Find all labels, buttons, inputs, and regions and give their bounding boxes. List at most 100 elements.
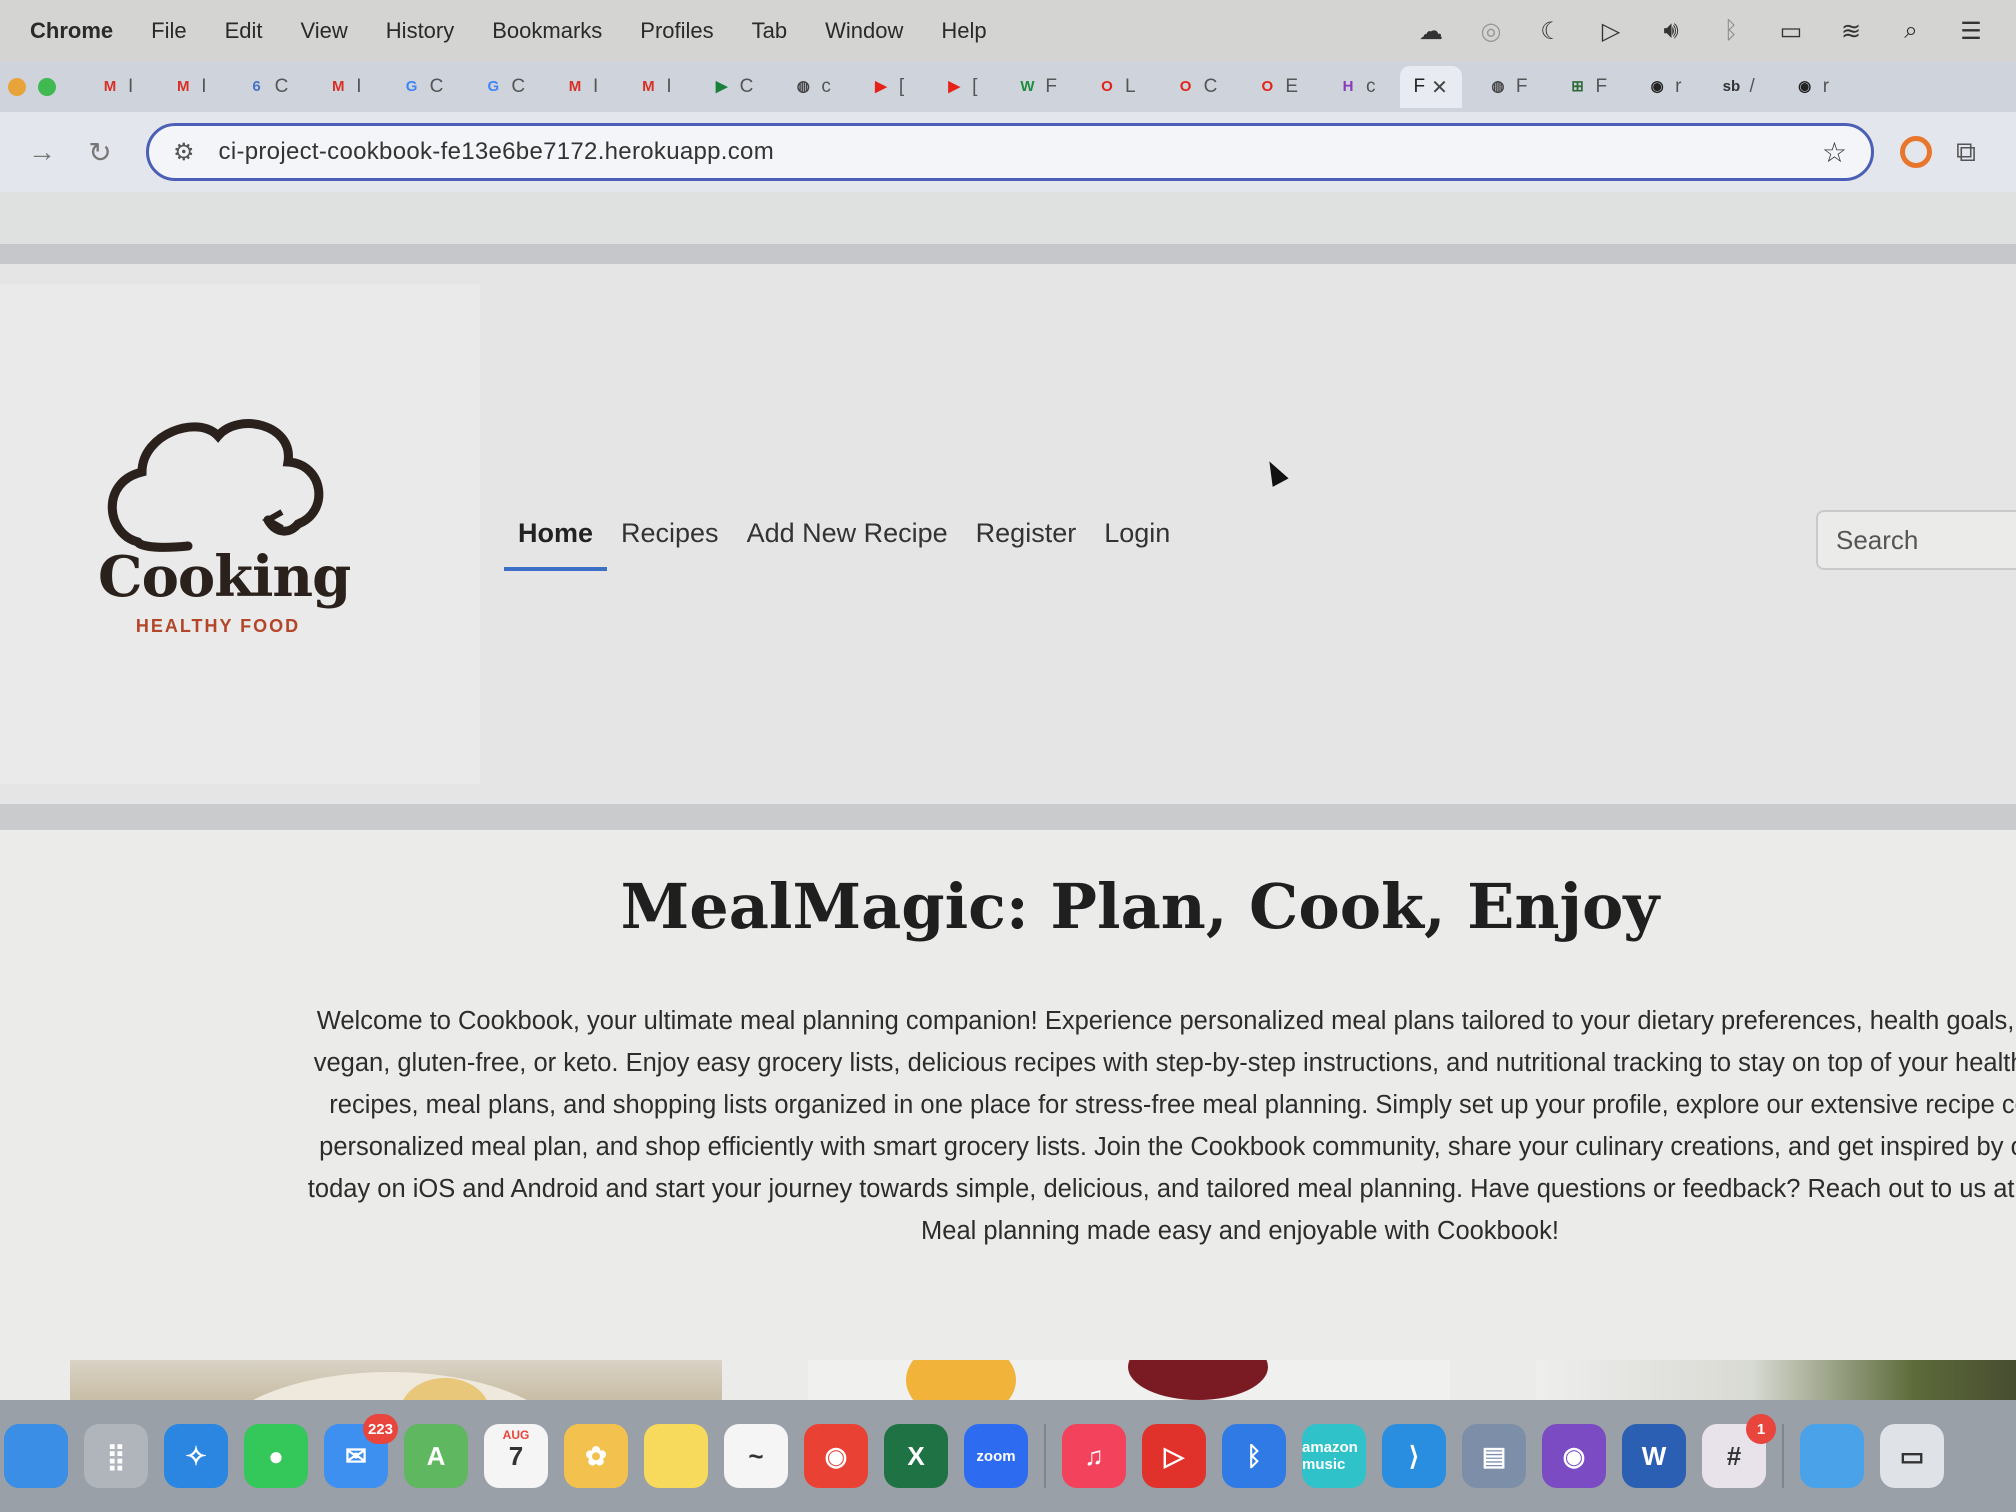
tab[interactable]: ▶ C [696, 66, 768, 108]
safari-icon[interactable]: ✧ [164, 1424, 228, 1488]
url-text[interactable]: ci-project-cookbook-fe13e6be7172.herokua… [219, 138, 1822, 166]
nav-add-new-recipe[interactable]: Add New Recipe [733, 512, 962, 571]
nav-recipes[interactable]: Recipes [607, 512, 733, 571]
dock-glyph: ✿ [585, 1440, 607, 1471]
messages-icon[interactable]: ● [244, 1424, 308, 1488]
play-icon[interactable]: ▷ [1596, 17, 1626, 46]
tab[interactable]: ◉ r [1631, 66, 1695, 108]
control-center-icon[interactable]: ☰ [1956, 17, 1986, 46]
preview-icon[interactable]: ▤ [1462, 1424, 1526, 1488]
recipe-card-image[interactable] [70, 1360, 722, 1400]
nav-login[interactable]: Login [1090, 512, 1184, 571]
tab[interactable]: MI [312, 66, 375, 108]
address-bar[interactable]: ⚙ ci-project-cookbook-fe13e6be7172.herok… [146, 123, 1874, 181]
menu-profiles[interactable]: Profiles [640, 18, 713, 44]
site-logo[interactable]: Cooking HEALTHY FOOD [98, 394, 351, 636]
menu-bookmarks[interactable]: Bookmarks [492, 18, 602, 44]
recipe-card-image[interactable] [808, 1360, 1450, 1400]
bluetooth-icon[interactable]: ᛒ [1716, 17, 1746, 45]
tab-active[interactable]: F ✕ [1399, 66, 1462, 108]
tab[interactable]: OC [1160, 66, 1232, 108]
mail-icon[interactable]: ✉ 223 [324, 1414, 398, 1488]
tab[interactable]: 6C [231, 66, 303, 108]
tab[interactable]: GC [386, 66, 458, 108]
menu-app-name[interactable]: Chrome [30, 18, 113, 44]
music-icon[interactable]: ♫ [1062, 1424, 1126, 1488]
dock-glyph: ~ [748, 1440, 764, 1471]
forward-button[interactable]: → [20, 130, 64, 174]
minimize-button[interactable] [8, 78, 26, 96]
tab-strip: M I M I 6 C M I G C G C M I M I ▶ C ◍ c ▶[▶[W F O L O C O E Hc F ✕ ◍ F ⊞ F… [0, 62, 2016, 112]
menu-tab[interactable]: Tab [752, 18, 787, 44]
tab[interactable]: MI [157, 66, 220, 108]
dock-glyph: # [1726, 1440, 1742, 1471]
folder-icon[interactable] [1800, 1424, 1864, 1488]
volume-icon[interactable]: 🔊︎ [1656, 17, 1686, 45]
finder-icon[interactable] [4, 1424, 68, 1488]
tab[interactable]: MI [622, 66, 685, 108]
tab[interactable]: OL [1081, 66, 1150, 108]
notes-icon[interactable] [644, 1424, 708, 1488]
menu-history[interactable]: History [386, 18, 454, 44]
cloud-icon[interactable]: ☁ [1416, 17, 1446, 46]
maps-icon[interactable]: A [404, 1424, 468, 1488]
battery-icon[interactable]: ▭ [1776, 17, 1806, 46]
search-input[interactable]: Search [1816, 510, 2016, 570]
extension-g-icon[interactable] [1900, 136, 1932, 168]
bookmark-star-icon[interactable]: ☆ [1822, 136, 1847, 169]
tab[interactable]: ◍ F [1472, 66, 1542, 108]
menu-help[interactable]: Help [941, 18, 986, 44]
excel-icon[interactable]: X [884, 1424, 948, 1488]
reload-button[interactable]: ↻ [78, 130, 122, 174]
tab[interactable]: ◉ r [1779, 66, 1843, 108]
tab[interactable]: ⊞ F [1552, 66, 1622, 108]
dock-glyph: zoom [976, 1447, 1016, 1465]
tab[interactable]: MI [84, 66, 147, 108]
github-icon: ◉ [1650, 78, 1664, 95]
tab[interactable]: sb / [1705, 66, 1768, 108]
chrome-icon[interactable]: ◉ [804, 1424, 868, 1488]
extensions-puzzle-icon[interactable]: ⧉ [1956, 136, 1976, 169]
nav-register[interactable]: Register [962, 512, 1091, 571]
tab[interactable]: OE [1241, 66, 1312, 108]
recipe-card-image[interactable] [1536, 1360, 2016, 1400]
vscode-icon[interactable]: ⟩ [1382, 1424, 1446, 1488]
bluetooth-icon[interactable]: ᛒ [1222, 1424, 1286, 1488]
github-desktop-icon[interactable]: ◉ [1542, 1424, 1606, 1488]
tab[interactable]: ▶[ [855, 66, 918, 108]
amazon-music-icon[interactable]: amazon music [1302, 1424, 1366, 1488]
launchpad-icon[interactable]: ⣿ [84, 1424, 148, 1488]
wifi-icon[interactable]: ≋ [1836, 17, 1866, 46]
dock-glyph: ✉ [345, 1440, 367, 1471]
fingerprint-icon[interactable]: ◎ [1476, 17, 1506, 46]
word-icon[interactable]: W [1622, 1424, 1686, 1488]
screen-icon[interactable]: ▭ [1880, 1424, 1944, 1488]
tab-title: I [356, 76, 362, 97]
dock-glyph: ⣿ [106, 1440, 126, 1471]
tab[interactable]: Hc [1322, 66, 1390, 108]
close-tab-icon[interactable]: ✕ [1431, 75, 1448, 100]
tab[interactable]: ◍ c [777, 66, 845, 108]
tab[interactable]: GC [467, 66, 539, 108]
menu-window[interactable]: Window [825, 18, 903, 44]
zoom-button[interactable] [38, 78, 56, 96]
plate-graphic [210, 1372, 570, 1400]
logo-tagline: HEALTHY FOOD [135, 616, 301, 636]
tab[interactable]: ▶[ [928, 66, 991, 108]
pdf-icon[interactable]: ▷ [1142, 1424, 1206, 1488]
tab[interactable]: WF [1001, 66, 1071, 108]
nav-home[interactable]: Home [504, 512, 608, 571]
freeform-icon[interactable]: ~ [724, 1424, 788, 1488]
menu-edit[interactable]: Edit [225, 18, 263, 44]
slack-icon[interactable]: #1 [1702, 1414, 1776, 1488]
moon-icon[interactable]: ☾ [1536, 17, 1566, 46]
photos-icon[interactable]: ✿ [564, 1424, 628, 1488]
calendar-icon[interactable]: AUG 7 [484, 1424, 548, 1488]
menu-view[interactable]: View [301, 18, 348, 44]
zoom-icon[interactable]: zoom [964, 1424, 1028, 1488]
hero-line: vegan, gluten-free, or keto. Enjoy easy … [313, 1049, 2016, 1077]
search-icon[interactable]: ⌕ [1896, 17, 1926, 45]
tab[interactable]: MI [549, 66, 612, 108]
site-settings-icon[interactable]: ⚙ [173, 138, 195, 167]
menu-file[interactable]: File [151, 18, 186, 44]
